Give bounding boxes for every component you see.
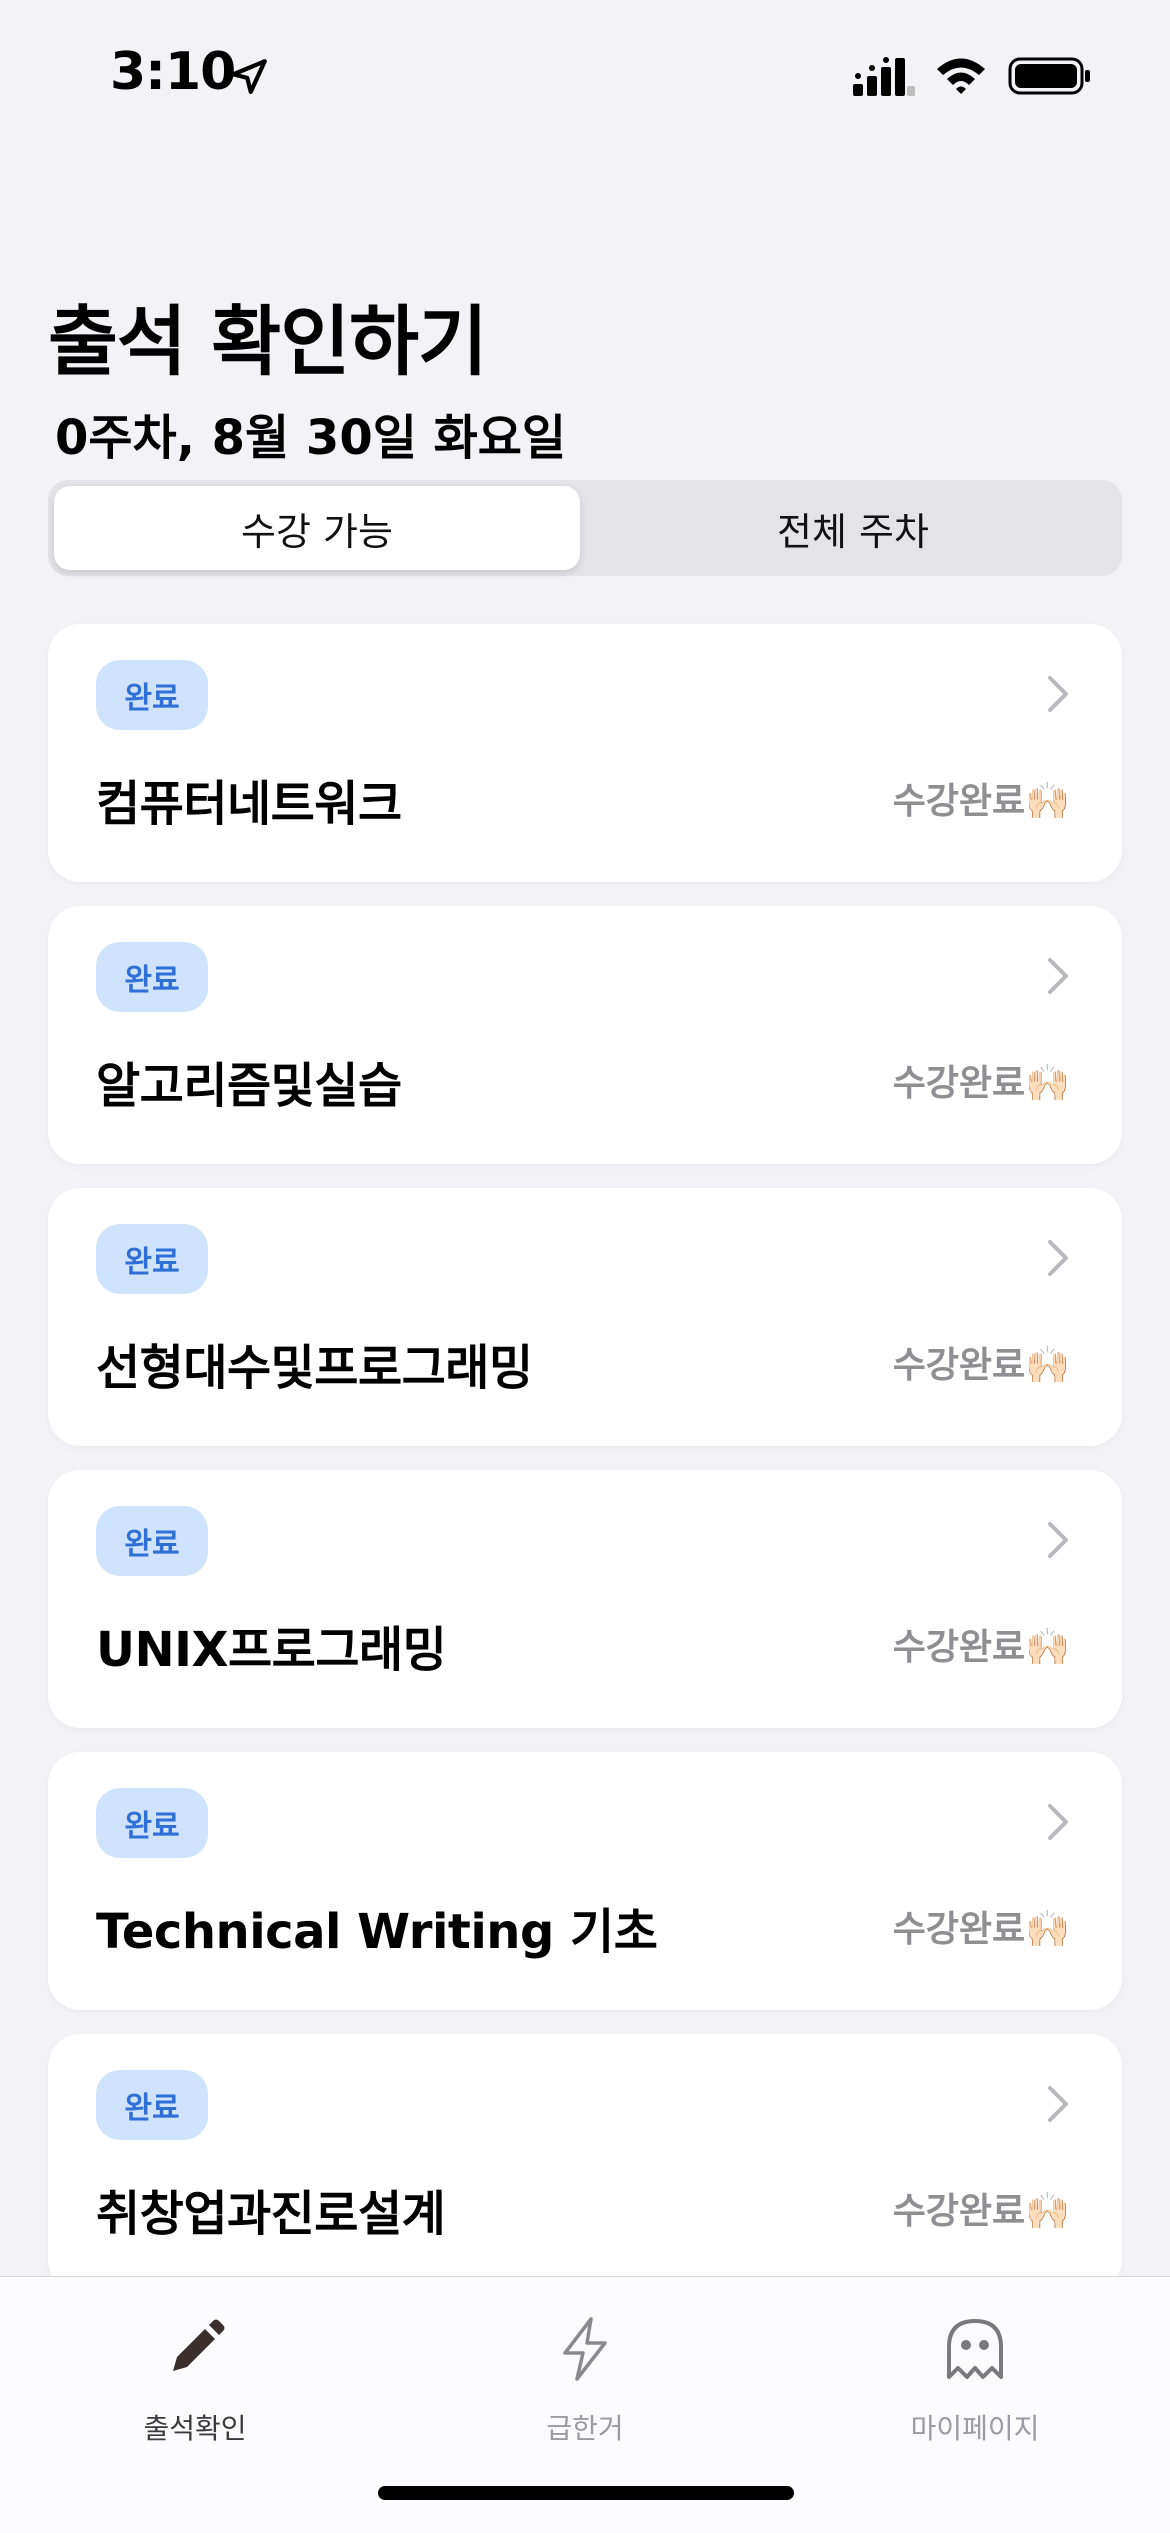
wifi-icon (937, 58, 985, 94)
course-status: 수강완료🙌🏻 (892, 1345, 1070, 1386)
chevron-right-icon (1048, 1522, 1068, 1558)
tab-label: 출석확인 (143, 2412, 247, 2445)
chevron-right-icon (1048, 958, 1068, 994)
course-status: 수강완료🙌🏻 (892, 1627, 1070, 1668)
course-name: 선형대수및프로그래밍 (96, 1340, 533, 1396)
course-status: 수강완료🙌🏻 (892, 1063, 1070, 1104)
course-card[interactable]: 완료 알고리즘및실습 수강완료🙌🏻 (48, 906, 1122, 1164)
course-name: 취창업과진로설계 (96, 2186, 446, 2242)
lightning-icon (563, 2317, 607, 2381)
status-badge: 완료 (96, 2070, 208, 2140)
course-card[interactable]: 완료 컴퓨터네트워크 수강완료🙌🏻 (48, 624, 1122, 882)
chevron-right-icon (1048, 2086, 1068, 2122)
status-time: 3:10 (110, 42, 236, 102)
segment-all-weeks[interactable]: 전체 주차 (590, 486, 1116, 570)
course-name: Technical Writing 기초 (96, 1904, 658, 1960)
status-badge: 완료 (96, 1224, 208, 1294)
home-indicator (378, 2486, 794, 2500)
course-status: 수강완료🙌🏻 (892, 781, 1070, 822)
page-title: 출석 확인하기 (48, 297, 488, 386)
status-badge: 완료 (96, 1788, 208, 1858)
status-badge: 완료 (96, 1506, 208, 1576)
ghost-icon (947, 2319, 1003, 2379)
course-name: 알고리즘및실습 (96, 1058, 402, 1114)
tab-urgent[interactable]: 급한거 (435, 2313, 735, 2447)
date-subtitle: 0주차, 8월 30일 화요일 (55, 410, 567, 466)
location-arrow-icon (231, 59, 267, 94)
course-card[interactable]: 완료 UNIX프로그래밍 수강완료🙌🏻 (48, 1470, 1122, 1728)
course-card[interactable]: 완료 취창업과진로설계 수강완료🙌🏻 (48, 2034, 1122, 2292)
chevron-right-icon (1048, 676, 1068, 712)
course-status: 수강완료🙌🏻 (892, 2191, 1070, 2232)
course-name: 컴퓨터네트워크 (96, 776, 402, 832)
course-card[interactable]: 완료 Technical Writing 기초 수강완료🙌🏻 (48, 1752, 1122, 2010)
tab-mypage[interactable]: 마이페이지 (825, 2313, 1125, 2447)
status-badge: 완료 (96, 942, 208, 1012)
segmented-control: 수강 가능 전체 주차 (48, 480, 1122, 576)
course-card[interactable]: 완료 선형대수및프로그래밍 수강완료🙌🏻 (48, 1188, 1122, 1446)
segment-available[interactable]: 수강 가능 (54, 486, 580, 570)
chevron-right-icon (1048, 1240, 1068, 1276)
cellular-signal-icon (853, 57, 915, 96)
status-bar: 3:10 (0, 0, 1170, 150)
status-badge: 완료 (96, 660, 208, 730)
tab-attendance[interactable]: 출석확인 (45, 2313, 345, 2447)
tab-label: 급한거 (546, 2412, 624, 2445)
chevron-right-icon (1048, 1804, 1068, 1840)
battery-icon (1008, 57, 1090, 95)
pencil-icon (173, 2319, 225, 2371)
course-name: UNIX프로그래밍 (96, 1622, 447, 1678)
course-status: 수강완료🙌🏻 (892, 1909, 1070, 1950)
tab-label: 마이페이지 (910, 2412, 1040, 2445)
